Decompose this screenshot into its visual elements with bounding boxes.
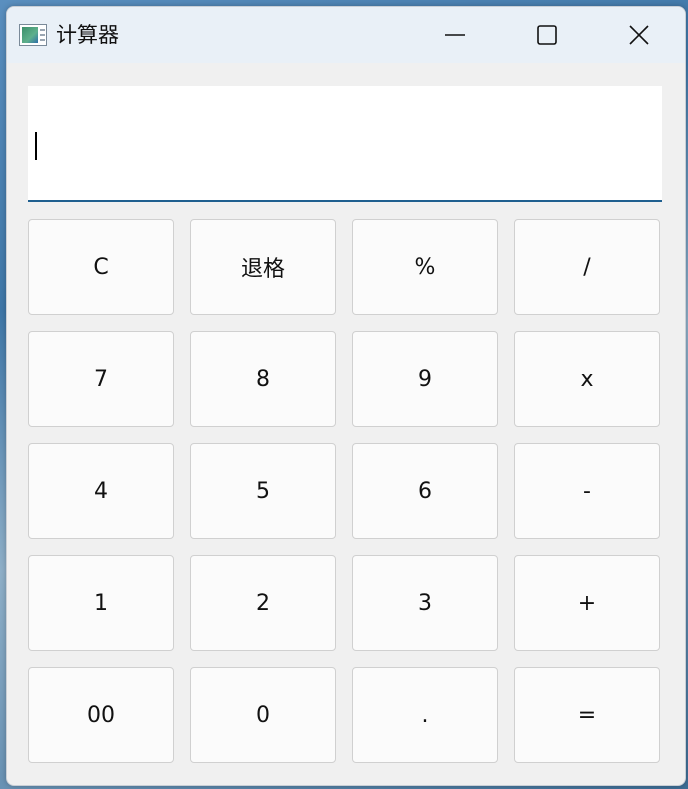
- maximize-button[interactable]: [501, 7, 593, 63]
- divide-button[interactable]: /: [514, 219, 660, 315]
- clear-button[interactable]: C: [28, 219, 174, 315]
- close-button[interactable]: [593, 7, 685, 63]
- close-icon: [629, 25, 649, 45]
- subtract-button[interactable]: -: [514, 443, 660, 539]
- multiply-button[interactable]: x: [514, 331, 660, 427]
- digit-3-button[interactable]: 3: [352, 555, 498, 651]
- double-zero-button[interactable]: 00: [28, 667, 174, 763]
- percent-button[interactable]: %: [352, 219, 498, 315]
- decimal-point-button[interactable]: .: [352, 667, 498, 763]
- digit-4-button[interactable]: 4: [28, 443, 174, 539]
- digit-9-button[interactable]: 9: [352, 331, 498, 427]
- digit-0-button[interactable]: 0: [190, 667, 336, 763]
- display-input[interactable]: [28, 86, 662, 200]
- maximize-icon: [537, 25, 557, 45]
- digit-6-button[interactable]: 6: [352, 443, 498, 539]
- calculator-window: 计算器 C 退格 % / 7 8 9 x 4 5 6 - 1 2 3 + 00 …: [6, 6, 686, 786]
- digit-1-button[interactable]: 1: [28, 555, 174, 651]
- title-bar[interactable]: 计算器: [7, 7, 685, 63]
- calculator-app-icon: [19, 24, 47, 46]
- digit-5-button[interactable]: 5: [190, 443, 336, 539]
- display-field[interactable]: [28, 86, 662, 202]
- text-caret: [35, 132, 37, 160]
- add-button[interactable]: +: [514, 555, 660, 651]
- minimize-icon: [445, 34, 465, 36]
- window-title: 计算器: [56, 23, 119, 47]
- minimize-button[interactable]: [409, 7, 501, 63]
- equals-button[interactable]: =: [514, 667, 660, 763]
- backspace-button[interactable]: 退格: [190, 219, 336, 315]
- digit-8-button[interactable]: 8: [190, 331, 336, 427]
- digit-2-button[interactable]: 2: [190, 555, 336, 651]
- digit-7-button[interactable]: 7: [28, 331, 174, 427]
